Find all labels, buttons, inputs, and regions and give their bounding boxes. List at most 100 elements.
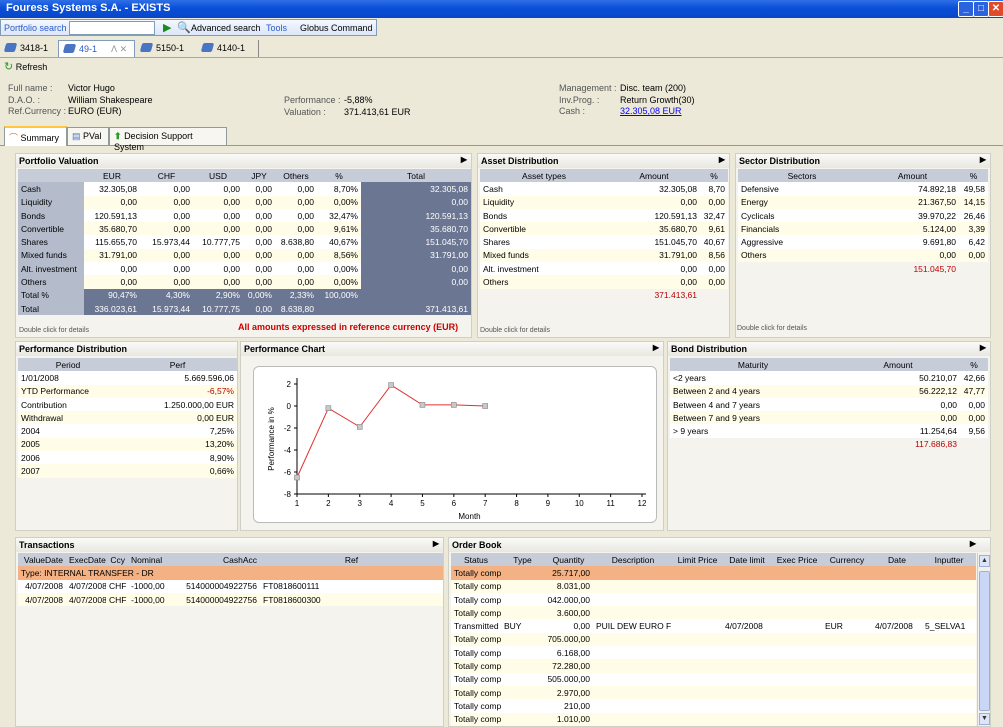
table-row[interactable]: 2004 7,25% — [18, 424, 237, 438]
table-row[interactable]: 2007 0,66% — [18, 464, 237, 478]
scroll-thumb[interactable] — [979, 571, 990, 711]
table-row[interactable]: 4/07/2008 4/07/2008 CHF -1000,00 51400000492… — [18, 592, 443, 607]
table-row[interactable]: Totally comp 2.970,00 — [451, 685, 976, 700]
table-row[interactable]: Totally comp 25.717,00 — [451, 566, 976, 580]
table-cell: 0,00 — [866, 248, 959, 263]
go-arrow-icon[interactable]: ▶ — [163, 21, 171, 34]
table-row[interactable]: Contribution 1.250.000,00 EUR — [18, 397, 237, 412]
column-header: Currency — [822, 553, 872, 567]
doc-tab-3418-1[interactable]: 3418-1 — [0, 40, 57, 57]
magnifier-icon[interactable]: 🔍 — [177, 21, 191, 34]
table-row[interactable]: Shares 115.655,70 15.973,44 10.777,75 0,00 8.… — [18, 235, 471, 249]
table-row[interactable]: Financials 5.124,00 3,39 — [738, 222, 988, 236]
table-cell: 4/07/2008 — [18, 579, 66, 593]
table-cell: 0,00 — [84, 195, 140, 209]
table-row[interactable]: Others 0,00 0,00 — [738, 248, 988, 263]
table-row[interactable]: Totally comp 505.000,00 — [451, 672, 976, 686]
table-row[interactable]: Others 0,00 0,00 — [480, 275, 728, 289]
table-row[interactable]: Cash 32.305,08 0,00 0,00 0,00 0,00 8,70% 32.305… — [18, 182, 471, 196]
minimize-icon[interactable]: _ — [958, 1, 974, 17]
table-cell — [670, 438, 836, 451]
expand-arrow-icon[interactable]: ▶ — [719, 155, 725, 164]
portfolio-search-input[interactable] — [69, 21, 155, 35]
table-row[interactable]: Alt. investment 0,00 0,00 — [480, 262, 728, 276]
doc-tab-49-1[interactable]: 49-1 ᐱ ✕ — [58, 40, 135, 57]
cash-link[interactable]: 32.305,08 EUR — [620, 106, 682, 116]
table-row[interactable]: Energy 21.367,50 14,15 — [738, 195, 988, 209]
doc-tab-4140-1[interactable]: 4140-1 — [197, 40, 259, 57]
table-row[interactable]: Mixed funds 31.791,00 8,56 — [480, 248, 728, 263]
table-cell — [501, 566, 544, 580]
table-row[interactable]: Totally comp 210,00 — [451, 699, 976, 713]
refresh-button[interactable]: ↻ Refresh — [4, 60, 47, 73]
table-cell: 56.222,12 — [836, 384, 960, 398]
table-row[interactable]: Liquidity 0,00 0,00 0,00 0,00 0,00 0,00% 0,00 — [18, 195, 471, 209]
close-icon[interactable]: ✕ — [988, 1, 1003, 17]
table-row[interactable]: Totally comp 6.168,00 — [451, 646, 976, 660]
order-book-scrollbar[interactable]: ▲ ▼ — [977, 553, 990, 726]
table-cell — [501, 712, 544, 726]
table-row[interactable]: Totally comp 705.000,00 — [451, 632, 976, 647]
column-header: Description — [593, 553, 673, 567]
table-row[interactable]: 1/01/2008 5.669.596,06 — [18, 371, 237, 385]
table-row[interactable]: Between 7 and 9 years 0,00 0,00 — [670, 411, 988, 425]
table-row[interactable]: Totally comp 1.010,00 — [451, 712, 976, 726]
table-row[interactable]: 2006 8,90% — [18, 451, 237, 465]
scroll-down-icon[interactable]: ▼ — [979, 713, 990, 725]
table-cell: 8,56% — [317, 248, 361, 263]
table-row[interactable]: Between 4 and 7 years 0,00 0,00 — [670, 397, 988, 412]
expand-arrow-icon[interactable]: ▶ — [970, 539, 976, 548]
table-cell: Liquidity — [18, 195, 84, 209]
table-cell: Totally comp — [451, 579, 501, 593]
table-row[interactable]: Bonds 120.591,13 32,47 — [480, 208, 728, 223]
sector-distribution-panel: Sector Distribution ▶ Sectors Amount% Defen… — [735, 153, 991, 338]
y-tick-label: -2 — [284, 424, 292, 433]
table-row[interactable]: Shares 151.045,70 40,67 — [480, 235, 728, 249]
tab-summary[interactable]: ⌒ Summary — [4, 126, 67, 146]
table-row[interactable]: Totally comp 72.280,00 — [451, 659, 976, 673]
table-row[interactable]: Transmitted BUY 0,00 PUIL DEW EURO F 4/07/20… — [451, 619, 976, 633]
table-row[interactable]: Cash 32.305,08 8,70 — [480, 182, 728, 196]
doc-tab-5150-1[interactable]: 5150-1 — [136, 40, 196, 57]
expand-arrow-icon[interactable]: ▶ — [653, 343, 659, 352]
expand-arrow-icon[interactable]: ▶ — [461, 155, 467, 164]
table-row[interactable]: Totally comp 8.031,00 — [451, 579, 976, 593]
table-row[interactable]: Withdrawal 0,00 EUR — [18, 411, 237, 425]
table-cell: 35.680,70 — [361, 222, 471, 236]
scroll-up-icon[interactable]: ▲ — [979, 555, 990, 567]
table-cell: 40,67 — [700, 235, 728, 249]
expand-arrow-icon[interactable]: ▶ — [433, 539, 439, 548]
globus-command-button[interactable]: Globus Command — [300, 23, 373, 33]
window-title: Fouress Systems S.A. - EXISTS — [6, 2, 171, 14]
table-row[interactable]: Liquidity 0,00 0,00 — [480, 195, 728, 209]
table-row[interactable]: Between 2 and 4 years 56.222,12 47,77 — [670, 384, 988, 398]
table-row[interactable]: Bonds 120.591,13 0,00 0,00 0,00 0,00 32,47% 120… — [18, 208, 471, 223]
table-row[interactable]: Totally comp 042.000,00 — [451, 592, 976, 607]
table-row[interactable]: > 9 years 11.254,64 9,56 — [670, 424, 988, 438]
table-row[interactable]: Alt. investment 0,00 0,00 0,00 0,00 0,00 0,00%… — [18, 262, 471, 276]
group-row[interactable]: Type: INTERNAL TRANSFER - DR — [18, 566, 443, 580]
expand-arrow-icon[interactable]: ▶ — [980, 343, 986, 352]
tab-decision-support[interactable]: ⬆ Decision Support System — [109, 127, 227, 152]
expand-arrow-icon[interactable]: ▶ — [980, 155, 986, 164]
advanced-search-button[interactable]: Advanced search — [191, 23, 261, 33]
maximize-icon[interactable]: □ — [973, 1, 989, 17]
table-row[interactable]: 4/07/2008 4/07/2008 CHF -1000,00 51400000492… — [18, 579, 443, 593]
table-cell: 5.669.596,06 — [118, 371, 237, 385]
tools-menu[interactable]: Tools — [266, 23, 287, 33]
table-row[interactable]: Aggressive 9.691,80 6,42 — [738, 235, 988, 249]
table-row[interactable]: Totally comp 3.600,00 — [451, 606, 976, 620]
table-cell — [922, 579, 976, 593]
table-cell: 0,00 — [243, 275, 275, 289]
table-row[interactable]: Convertible 35.680,70 9,61 — [480, 222, 728, 236]
table-row[interactable]: Defensive 74.892,18 49,58 — [738, 182, 988, 196]
table-row[interactable]: Mixed funds 31.791,00 0,00 0,00 0,00 0,00 8,56… — [18, 248, 471, 263]
table-row[interactable]: <2 years 50.210,07 42,66 — [670, 371, 988, 385]
table-row[interactable]: Cyclicals 39.970,22 26,46 — [738, 208, 988, 223]
table-row[interactable]: 2005 13,20% — [18, 437, 237, 452]
table-row[interactable]: Others 0,00 0,00 0,00 0,00 0,00 0,00% 0,00 — [18, 275, 471, 289]
table-row[interactable]: Convertible 35.680,70 0,00 0,00 0,00 0,00 9,61… — [18, 222, 471, 236]
tab-close-icon[interactable]: ᐱ ✕ — [111, 44, 127, 54]
table-row[interactable]: YTD Performance -6,57% — [18, 384, 237, 398]
tab-pval[interactable]: ▤ PVal — [67, 127, 109, 145]
